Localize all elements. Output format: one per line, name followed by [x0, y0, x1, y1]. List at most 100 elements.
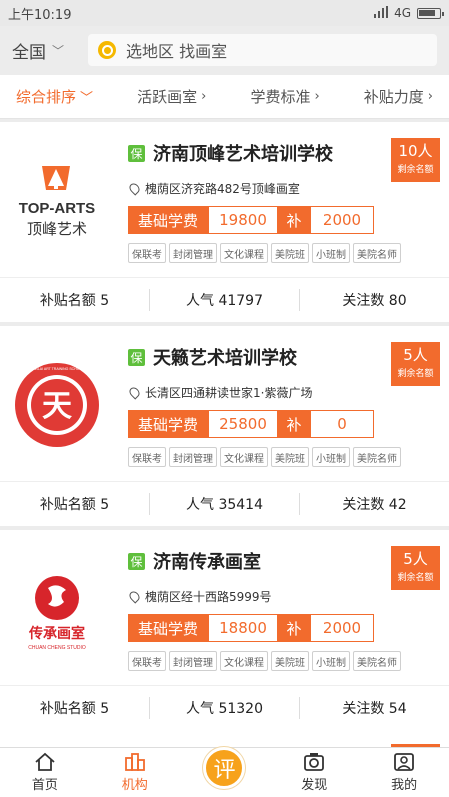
school-card[interactable]: 天 TIANLAI ART TRAINING SCHOOL 保 天籁艺术培训学校… [0, 326, 449, 526]
region-selector[interactable]: 全国 ﹀ [12, 38, 88, 63]
filter-subsidy[interactable]: 补贴力度 › [364, 86, 433, 107]
signal-icon [374, 5, 389, 21]
school-logo: 天 TIANLAI ART TRAINING SCHOOL [8, 356, 106, 454]
feature-tag: 小班制 [312, 651, 350, 671]
logo-text: 天 [42, 389, 72, 424]
filter-bar: 综合排序 ﹀ 活跃画室 › 学费标准 › 补贴力度 › [0, 75, 449, 119]
school-card[interactable]: TOP-ARTS 顶峰艺术 保 济南顶峰艺术培训学校 10人 剩余名额 槐荫区济… [0, 122, 449, 322]
search-placeholder: 选地区 找画室 [126, 42, 228, 61]
quota-number: 5人 [403, 346, 428, 364]
filter-label: 学费标准 [250, 88, 311, 106]
fee-value: 19800 [208, 206, 278, 234]
card-stats: 补贴名额 5 人气 41797 关注数 80 [0, 277, 449, 322]
location-pin-icon [127, 181, 142, 196]
logo-subtext: CHUAN CHENG STUDIO [28, 645, 86, 651]
school-title: 保 天籁艺术培训学校 [128, 344, 297, 370]
search-icon [98, 41, 116, 59]
home-icon [34, 750, 56, 774]
tab-home[interactable]: 首页 [0, 747, 90, 797]
logo-subtext: 顶峰艺术 [27, 220, 87, 238]
tab-profile[interactable]: 我的 [359, 747, 449, 797]
school-name[interactable]: 天籁艺术培训学校 [153, 344, 297, 370]
tuition-fee: 基础学费 19800 [128, 206, 278, 234]
feature-tag: 美院名师 [353, 447, 401, 467]
filter-label: 活跃画室 [137, 88, 198, 106]
stat-subsidy-quota: 补贴名额 5 [39, 497, 110, 513]
subsidy: 补 0 [278, 410, 374, 438]
discover-icon [303, 750, 325, 774]
stat-subsidy-quota: 补贴名额 5 [39, 701, 110, 717]
address-text: 长清区四通耕读世家1·紫薇广场 [145, 386, 313, 400]
card-stats: 补贴名额 5 人气 51320 关注数 54 [0, 685, 449, 730]
status-icons: 4G [374, 5, 444, 21]
feature-tag: 美院班 [271, 447, 309, 467]
school-card[interactable]: 传承画室 CHUAN CHENG STUDIO 保 济南传承画室 5人 剩余名额… [0, 530, 449, 730]
search-box[interactable]: 选地区 找画室 [88, 34, 437, 66]
stat-popularity: 人气 51320 [186, 701, 263, 717]
filter-label: 补贴力度 [363, 88, 424, 106]
location-pin-icon [127, 589, 142, 604]
subsidy-value: 2000 [310, 614, 374, 642]
tab-institution[interactable]: 机构 [90, 747, 180, 797]
guarantee-badge: 保 [128, 348, 145, 366]
remaining-quota: 10人 剩余名额 [391, 138, 440, 182]
subsidy: 补 2000 [278, 206, 374, 234]
quota-number: 10人 [398, 142, 433, 160]
fee-label: 基础学费 [128, 614, 208, 642]
feature-tag: 文化课程 [220, 243, 268, 263]
filter-tuition[interactable]: 学费标准 › [250, 86, 319, 107]
fee-value: 25800 [208, 410, 278, 438]
logo-subtext: TIANLAI ART TRAINING SCHOOL [30, 367, 84, 371]
feature-tag: 保联考 [128, 243, 166, 263]
feature-tag: 美院名师 [353, 243, 401, 263]
tuition-fee: 基础学费 18800 [128, 614, 278, 642]
location-pin-icon [127, 385, 142, 400]
profile-icon [393, 750, 415, 774]
subsidy-label: 补 [278, 614, 310, 642]
school-name[interactable]: 济南顶峰艺术培训学校 [153, 140, 333, 166]
feature-tag: 文化课程 [220, 651, 268, 671]
remaining-quota: 5人 剩余名额 [391, 342, 440, 386]
tab-label: 我的 [391, 778, 418, 793]
subsidy-value: 0 [310, 410, 374, 438]
filter-sort[interactable]: 综合排序 ﹀ [16, 86, 93, 107]
feature-tag: 保联考 [128, 651, 166, 671]
feature-tag: 美院名师 [353, 651, 401, 671]
quota-number: 5人 [403, 550, 428, 568]
tab-discover[interactable]: 发现 [269, 747, 359, 797]
chevron-right-icon: › [427, 89, 433, 104]
remaining-quota: 5人 剩余名额 [391, 546, 440, 590]
quota-label: 剩余名额 [397, 165, 434, 175]
feature-tag: 封闭管理 [169, 651, 217, 671]
stat-follow-count: 关注数 54 [342, 701, 407, 717]
stat-follow-count: 关注数 42 [342, 497, 407, 513]
address: 槐荫区经十西路5999号 [127, 588, 272, 605]
logo-text: 传承画室 [28, 625, 85, 642]
subsidy: 补 2000 [278, 614, 374, 642]
tab-label: 机构 [121, 778, 148, 793]
bottom-tab-bar: 首页 机构 评 发现 我的 [0, 747, 449, 797]
network-label: 4G [394, 6, 411, 20]
institution-icon [124, 750, 146, 774]
feature-tag: 封闭管理 [169, 447, 217, 467]
address-text: 槐荫区济兖路482号顶峰画室 [145, 182, 300, 196]
school-logo: 传承画室 CHUAN CHENG STUDIO [8, 560, 106, 658]
quota-label: 剩余名额 [397, 369, 434, 379]
chevron-right-icon: › [201, 89, 207, 104]
tab-review[interactable]: 评 [180, 747, 270, 797]
fee-label: 基础学费 [128, 410, 208, 438]
feature-tag: 保联考 [128, 447, 166, 467]
feature-tag: 文化课程 [220, 447, 268, 467]
school-name[interactable]: 济南传承画室 [153, 548, 261, 574]
filter-active[interactable]: 活跃画室 › [137, 86, 206, 107]
quota-label: 剩余名额 [397, 573, 434, 583]
region-label: 全国 [12, 42, 46, 63]
chevron-down-icon: ﹀ [52, 43, 65, 58]
subsidy-label: 补 [278, 206, 310, 234]
feature-tags: 保联考 封闭管理 文化课程 美院班 小班制 美院名师 [128, 447, 401, 467]
review-icon: 评 [203, 747, 246, 789]
feature-tag: 美院班 [271, 243, 309, 263]
stat-follow-count: 关注数 80 [342, 293, 407, 309]
filter-label: 综合排序 [16, 88, 77, 106]
stat-popularity: 人气 35414 [186, 497, 263, 513]
